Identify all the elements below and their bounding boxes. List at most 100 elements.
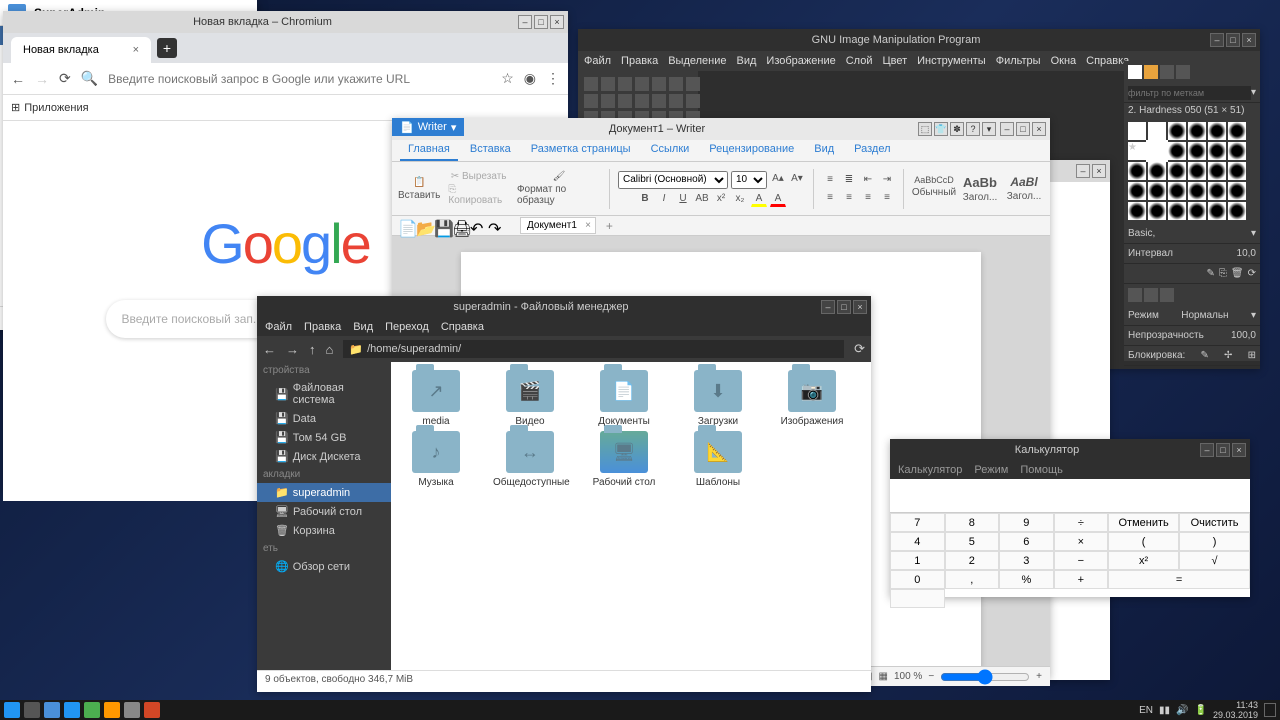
brush-icon[interactable] bbox=[1228, 202, 1246, 220]
panel-tab-icon[interactable] bbox=[1128, 65, 1142, 79]
minimize-button[interactable]: – bbox=[1076, 164, 1090, 178]
filter-input[interactable] bbox=[1128, 86, 1251, 100]
sidebar-item-selected[interactable]: 📁 superadmin bbox=[257, 483, 391, 502]
close-button[interactable]: × bbox=[550, 15, 564, 29]
volume-icon[interactable]: 🔊 bbox=[1176, 705, 1188, 716]
tool-icon[interactable] bbox=[652, 94, 666, 108]
brush-icon[interactable] bbox=[1188, 202, 1206, 220]
brush-icon[interactable] bbox=[1188, 142, 1206, 160]
menu-filters[interactable]: Фильтры bbox=[996, 55, 1041, 67]
brush-icon[interactable] bbox=[1188, 182, 1206, 200]
tab-section[interactable]: Раздел bbox=[846, 140, 898, 161]
sidebar-item[interactable]: 🗑 Корзина bbox=[257, 521, 391, 540]
calc-key[interactable]: × bbox=[1054, 532, 1109, 551]
calc-key[interactable]: + bbox=[1054, 570, 1109, 589]
minimize-button[interactable]: – bbox=[1200, 443, 1214, 457]
menu-mode[interactable]: Режим bbox=[974, 464, 1008, 476]
panel-tab-icon[interactable] bbox=[1144, 288, 1158, 302]
taskbar-item[interactable] bbox=[24, 702, 40, 718]
tab-review[interactable]: Рецензирование bbox=[701, 140, 802, 161]
menu-edit[interactable]: Правка bbox=[304, 321, 341, 333]
maximize-button[interactable]: □ bbox=[1226, 33, 1240, 47]
shrink-font-icon[interactable]: A▾ bbox=[789, 171, 805, 187]
maximize-button[interactable]: □ bbox=[1216, 443, 1230, 457]
tool-icon[interactable] bbox=[686, 94, 700, 108]
opacity-value[interactable]: 100,0 bbox=[1231, 330, 1256, 341]
folder[interactable]: ↗media bbox=[399, 370, 473, 427]
calc-key[interactable]: 0 bbox=[890, 570, 945, 589]
undo-icon[interactable]: ↶ bbox=[470, 219, 484, 233]
align-center-icon[interactable]: ≡ bbox=[841, 190, 857, 206]
menu-calc[interactable]: Калькулятор bbox=[898, 464, 962, 476]
profile-icon[interactable]: ◉ bbox=[524, 70, 536, 87]
wifi-icon[interactable]: ▮▮ bbox=[1159, 705, 1170, 716]
calc-key[interactable]: 1 bbox=[890, 551, 945, 570]
calc-key[interactable]: Очистить bbox=[1179, 513, 1250, 532]
font-select[interactable]: Calibri (Основной) bbox=[618, 171, 728, 189]
sidebar-item[interactable]: 💾 Файловая система bbox=[257, 379, 391, 409]
align-left-icon[interactable]: ≡ bbox=[822, 190, 838, 206]
menu-help[interactable]: Справка bbox=[1086, 55, 1129, 67]
calc-key[interactable]: ( bbox=[1108, 532, 1179, 551]
minimize-button[interactable]: – bbox=[1000, 122, 1014, 136]
calc-key[interactable]: √ bbox=[1179, 551, 1250, 570]
calc-key[interactable]: − bbox=[1054, 551, 1109, 570]
minimize-button[interactable]: – bbox=[821, 300, 835, 314]
clock[interactable]: 11:43 29.03.2019 bbox=[1213, 700, 1258, 720]
calc-key[interactable]: ÷ bbox=[1054, 513, 1109, 532]
tool-icon[interactable] bbox=[601, 77, 615, 91]
menu-file[interactable]: Файл bbox=[265, 321, 292, 333]
sidebar-item[interactable]: 🖥 Рабочий стол bbox=[257, 502, 391, 521]
menu-tools[interactable]: Инструменты bbox=[917, 55, 986, 67]
battery-icon[interactable]: 🔋 bbox=[1195, 705, 1207, 716]
calc-key[interactable]: 9 bbox=[999, 513, 1054, 532]
maximize-button[interactable]: □ bbox=[837, 300, 851, 314]
taskbar-item[interactable] bbox=[104, 702, 120, 718]
brush-icon[interactable] bbox=[1228, 142, 1246, 160]
home-icon[interactable]: ⌂ bbox=[326, 342, 334, 357]
folder[interactable]: 📐Шаблоны bbox=[681, 431, 755, 488]
tool-icon[interactable] bbox=[635, 94, 649, 108]
close-button[interactable]: × bbox=[1242, 33, 1256, 47]
tb-icon[interactable]: ✽ bbox=[950, 122, 964, 136]
strike-button[interactable]: AB bbox=[694, 191, 710, 207]
fm-titlebar[interactable]: superadmin - Файловый менеджер –□× bbox=[257, 296, 871, 318]
brush-icon[interactable] bbox=[1168, 182, 1186, 200]
print-icon[interactable]: 🖨 bbox=[452, 219, 466, 233]
style-heading1[interactable]: AaBbЗагол... bbox=[958, 175, 1002, 203]
tool-icon[interactable] bbox=[584, 77, 598, 91]
brush-icon[interactable] bbox=[1148, 162, 1166, 180]
gimp-titlebar[interactable]: GNU Image Manipulation Program –□× bbox=[578, 29, 1260, 51]
brush-icon[interactable]: ★ bbox=[1128, 142, 1146, 160]
panel-tab-icon[interactable] bbox=[1128, 288, 1142, 302]
start-button[interactable] bbox=[4, 702, 20, 718]
sidebar-item[interactable]: 🌐 Обзор сети bbox=[257, 557, 391, 576]
fm-files[interactable]: ↗media 🎬Видео 📄Документы ⬇Загрузки 📷Изоб… bbox=[391, 362, 871, 670]
calc-key[interactable]: , bbox=[945, 570, 1000, 589]
calc-key[interactable]: 7 bbox=[890, 513, 945, 532]
panel-icon[interactable]: ✎ bbox=[1207, 268, 1215, 279]
folder[interactable]: 📄Документы bbox=[587, 370, 661, 427]
tab-home[interactable]: Главная bbox=[400, 140, 458, 161]
url-input[interactable] bbox=[108, 72, 491, 86]
brush-icon[interactable] bbox=[1208, 182, 1226, 200]
zoom-in-button[interactable]: + bbox=[1036, 671, 1042, 682]
taskbar-item[interactable] bbox=[124, 702, 140, 718]
new-doc-tab[interactable]: + bbox=[600, 219, 619, 233]
menu-edit[interactable]: Правка bbox=[621, 55, 658, 67]
minimize-button[interactable]: – bbox=[518, 15, 532, 29]
chevron-down-icon[interactable]: ▾ bbox=[1251, 87, 1256, 98]
style-normal[interactable]: AaBbCcDОбычный bbox=[912, 175, 956, 203]
bookmark-apps[interactable]: Приложения bbox=[24, 102, 88, 114]
panel-tab-icon[interactable] bbox=[1160, 288, 1174, 302]
brush-icon[interactable] bbox=[1208, 142, 1226, 160]
calc-key[interactable]: 6 bbox=[999, 532, 1054, 551]
interval-value[interactable]: 10,0 bbox=[1237, 248, 1256, 259]
apps-icon[interactable]: ⊞ bbox=[11, 101, 20, 114]
folder[interactable]: ⬇Загрузки bbox=[681, 370, 755, 427]
panel-tab-icon[interactable] bbox=[1176, 65, 1190, 79]
taskbar-item[interactable] bbox=[84, 702, 100, 718]
brush-icon[interactable] bbox=[1128, 182, 1146, 200]
indent-icon[interactable]: ⇥ bbox=[879, 172, 895, 188]
folder[interactable]: 🖥Рабочий стол bbox=[587, 431, 661, 488]
